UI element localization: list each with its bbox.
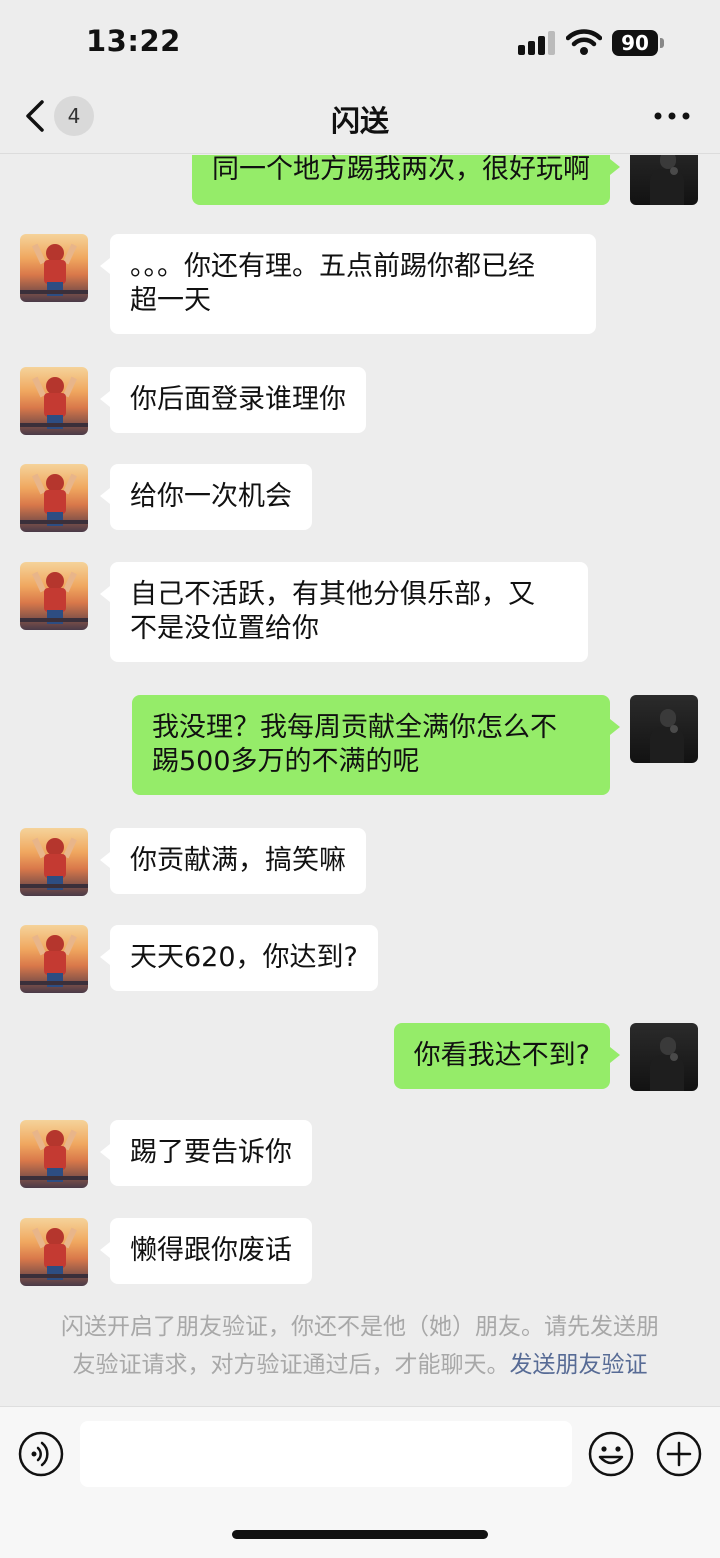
contact-avatar[interactable]: [20, 562, 88, 630]
contact-avatar[interactable]: [20, 925, 88, 993]
signal-icon: [518, 31, 555, 55]
outgoing-message-bubble[interactable]: 同一个地方踢我两次，很好玩啊: [192, 155, 620, 205]
contact-avatar[interactable]: [20, 367, 88, 435]
send-verification-link[interactable]: 发送朋友验证: [510, 1352, 648, 1378]
contact-avatar[interactable]: [20, 1218, 88, 1286]
battery-indicator: 90: [612, 30, 664, 56]
message-input[interactable]: [80, 1421, 572, 1487]
outgoing-message-bubble[interactable]: 我没理？我每周贡献全满你怎么不 踢500多万的不满的呢: [132, 695, 620, 795]
battery-tip: [660, 38, 664, 48]
nav-bar: 4 闪送: [0, 84, 720, 154]
incoming-message-bubble[interactable]: 给你一次机会: [100, 464, 312, 530]
incoming-message-bubble[interactable]: 你贡献满，搞笑嘛: [100, 828, 366, 894]
contact-avatar[interactable]: [20, 1120, 88, 1188]
incoming-message-bubble[interactable]: 。。。你还有理。五点前踢你都已经 超一天: [100, 234, 596, 334]
home-indicator[interactable]: [232, 1530, 488, 1539]
message-row: 同一个地方踢我两次，很好玩啊: [0, 155, 720, 207]
friend-verification-notice: 闪送开启了朋友验证，你还不是他（她）朋友。请先发送朋友验证请求，对方验证通过后，…: [50, 1308, 670, 1384]
outgoing-message-bubble[interactable]: 你看我达不到?: [393, 1023, 621, 1089]
contact-avatar[interactable]: [20, 234, 88, 302]
back-icon[interactable]: [22, 98, 52, 134]
chat-screen: 13:22 90 4 闪送 同一个地方踢我两次，很好玩啊 。。。你还有理。五点前…: [0, 0, 720, 1558]
unread-count-badge[interactable]: 4: [54, 96, 94, 136]
plus-icon[interactable]: [656, 1431, 702, 1477]
battery-level: 90: [612, 30, 658, 56]
incoming-message-bubble[interactable]: 自己不活跃，有其他分俱乐部，又 不是没位置给你: [100, 562, 588, 662]
chat-title: 闪送: [330, 104, 389, 138]
message-list[interactable]: 同一个地方踢我两次，很好玩啊 。。。你还有理。五点前踢你都已经 超一天 你后面登…: [0, 155, 720, 1405]
status-time: 13:22: [86, 24, 181, 58]
contact-avatar[interactable]: [20, 828, 88, 896]
incoming-message-bubble[interactable]: 天天620，你达到?: [100, 925, 378, 991]
status-bar: 13:22 90: [0, 0, 720, 84]
my-avatar[interactable]: [630, 155, 698, 205]
incoming-message-bubble[interactable]: 你后面登录谁理你: [100, 367, 366, 433]
my-avatar[interactable]: [630, 1023, 698, 1091]
voice-icon[interactable]: [18, 1431, 64, 1477]
wifi-icon: [566, 29, 602, 55]
contact-avatar[interactable]: [20, 464, 88, 532]
incoming-message-bubble[interactable]: 懒得跟你废话: [100, 1218, 312, 1284]
my-avatar[interactable]: [630, 695, 698, 763]
emoji-icon[interactable]: [588, 1431, 634, 1477]
more-icon[interactable]: [652, 108, 692, 124]
incoming-message-bubble[interactable]: 踢了要告诉你: [100, 1120, 312, 1186]
